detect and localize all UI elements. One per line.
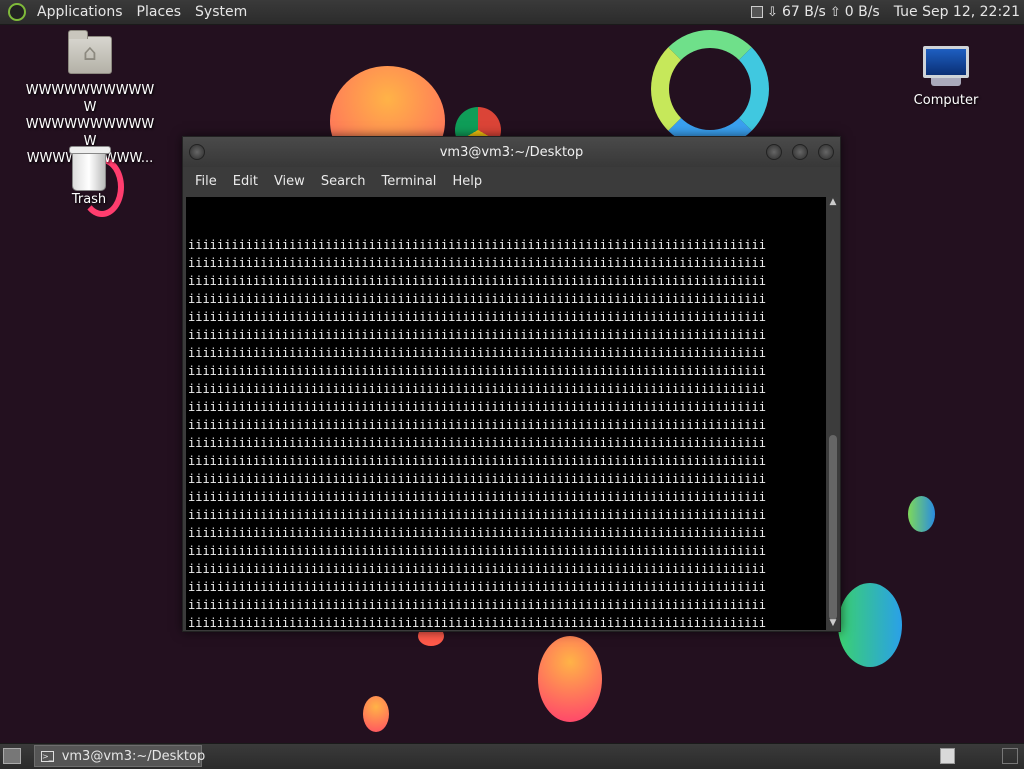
decorative-small-blob: [908, 496, 935, 532]
show-desktop-icon[interactable]: [3, 748, 21, 764]
desktop-computer[interactable]: Computer: [908, 46, 984, 109]
main-menu: Applications Places System: [30, 0, 254, 25]
decorative-tiny-blob: [363, 696, 389, 732]
terminal-line: iiiiiiiiiiiiiiiiiiiiiiiiiiiiiiiiiiiiiiii…: [188, 436, 766, 450]
scroll-down-arrow-icon[interactable]: ▼: [827, 618, 839, 630]
terminal-line: iiiiiiiiiiiiiiiiiiiiiiiiiiiiiiiiiiiiiiii…: [188, 256, 766, 270]
scroll-up-arrow-icon[interactable]: ▲: [827, 197, 839, 209]
menu-file[interactable]: File: [187, 174, 225, 189]
terminal-line: iiiiiiiiiiiiiiiiiiiiiiiiiiiiiiiiiiiiiiii…: [188, 238, 766, 252]
top-panel: Applications Places System ⇩ 67 B/s ⇧ 0 …: [0, 0, 1024, 25]
taskbar-window-label: vm3@vm3:~/Desktop: [61, 748, 206, 764]
terminal-line: iiiiiiiiiiiiiiiiiiiiiiiiiiiiiiiiiiiiiiii…: [188, 364, 766, 378]
terminal-window[interactable]: vm3@vm3:~/Desktop File Edit View Search …: [182, 136, 841, 632]
terminal-line: iiiiiiiiiiiiiiiiiiiiiiiiiiiiiiiiiiiiiiii…: [188, 346, 766, 360]
computer-label: Computer: [913, 93, 979, 108]
home-folder-icon: [68, 30, 112, 74]
distro-logo-icon[interactable]: [8, 3, 26, 21]
minimize-button[interactable]: [766, 144, 782, 160]
keyboard-indicator-icon[interactable]: [751, 6, 764, 18]
desktop-trash[interactable]: Trash: [56, 145, 122, 208]
trash-label: Trash: [71, 192, 107, 207]
taskbar-window-button[interactable]: >_ vm3@vm3:~/Desktop: [34, 745, 205, 767]
workspace-switcher[interactable]: [940, 748, 955, 764]
maximize-button[interactable]: [792, 144, 808, 160]
menu-search[interactable]: Search: [313, 174, 374, 189]
terminal-line: iiiiiiiiiiiiiiiiiiiiiiiiiiiiiiiiiiiiiiii…: [188, 544, 766, 558]
terminal-output[interactable]: iiiiiiiiiiiiiiiiiiiiiiiiiiiiiiiiiiiiiiii…: [186, 197, 826, 630]
menu-view[interactable]: View: [266, 174, 313, 189]
terminal-icon: >_: [41, 750, 54, 762]
upload-arrow-icon: ⇧: [829, 4, 841, 20]
terminal-line: iiiiiiiiiiiiiiiiiiiiiiiiiiiiiiiiiiiiiiii…: [188, 292, 766, 306]
window-title: vm3@vm3:~/Desktop: [439, 145, 584, 160]
computer-stand: [931, 78, 961, 86]
terminal-line: iiiiiiiiiiiiiiiiiiiiiiiiiiiiiiiiiiiiiiii…: [188, 418, 766, 432]
download-arrow-icon: ⇩: [767, 4, 778, 20]
menu-edit[interactable]: Edit: [225, 174, 266, 189]
terminal-line: iiiiiiiiiiiiiiiiiiiiiiiiiiiiiiiiiiiiiiii…: [188, 328, 766, 342]
terminal-scrollbar[interactable]: ▲ ▼: [827, 197, 839, 630]
scrollbar-thumb[interactable]: [829, 435, 837, 620]
applications-menu[interactable]: Applications: [30, 4, 130, 20]
terminal-line: iiiiiiiiiiiiiiiiiiiiiiiiiiiiiiiiiiiiiiii…: [188, 616, 766, 630]
decorative-ring: [651, 30, 769, 148]
trash-icon: [69, 146, 111, 191]
net-down-speed: 67 B/s: [781, 4, 826, 20]
close-button[interactable]: [818, 144, 834, 160]
terminal-lines: iiiiiiiiiiiiiiiiiiiiiiiiiiiiiiiiiiiiiiii…: [188, 236, 826, 630]
computer-icon: [923, 46, 969, 78]
terminal-line: iiiiiiiiiiiiiiiiiiiiiiiiiiiiiiiiiiiiiiii…: [188, 490, 766, 504]
decorative-green-blob: [838, 583, 902, 667]
terminal-menubar: File Edit View Search Terminal Help: [183, 167, 840, 196]
terminal-line: iiiiiiiiiiiiiiiiiiiiiiiiiiiiiiiiiiiiiiii…: [188, 310, 766, 324]
terminal-line: iiiiiiiiiiiiiiiiiiiiiiiiiiiiiiiiiiiiiiii…: [188, 454, 766, 468]
terminal-line: iiiiiiiiiiiiiiiiiiiiiiiiiiiiiiiiiiiiiiii…: [188, 382, 766, 396]
terminal-line: iiiiiiiiiiiiiiiiiiiiiiiiiiiiiiiiiiiiiiii…: [188, 580, 766, 594]
terminal-line: iiiiiiiiiiiiiiiiiiiiiiiiiiiiiiiiiiiiiiii…: [188, 526, 766, 540]
system-menu[interactable]: System: [188, 4, 254, 20]
trash-applet-icon[interactable]: [1002, 748, 1018, 764]
panel-indicators: ⇩ 67 B/s ⇧ 0 B/s Tue Sep 12, 22:21: [751, 0, 1024, 25]
terminal-line: iiiiiiiiiiiiiiiiiiiiiiiiiiiiiiiiiiiiiiii…: [188, 400, 766, 414]
terminal-line: iiiiiiiiiiiiiiiiiiiiiiiiiiiiiiiiiiiiiiii…: [188, 562, 766, 576]
bottom-panel: >_ vm3@vm3:~/Desktop: [0, 743, 1024, 769]
menu-help[interactable]: Help: [444, 174, 490, 189]
terminal-line: iiiiiiiiiiiiiiiiiiiiiiiiiiiiiiiiiiiiiiii…: [188, 472, 766, 486]
window-titlebar[interactable]: vm3@vm3:~/Desktop: [183, 137, 840, 167]
net-up-speed: 0 B/s: [844, 4, 880, 20]
clock[interactable]: Tue Sep 12, 22:21: [894, 4, 1020, 20]
terminal-line: iiiiiiiiiiiiiiiiiiiiiiiiiiiiiiiiiiiiiiii…: [188, 274, 766, 288]
decorative-pink-blob: [538, 636, 602, 722]
places-menu[interactable]: Places: [130, 4, 189, 20]
terminal-line: iiiiiiiiiiiiiiiiiiiiiiiiiiiiiiiiiiiiiiii…: [188, 508, 766, 522]
menu-terminal[interactable]: Terminal: [373, 174, 444, 189]
terminal-line: iiiiiiiiiiiiiiiiiiiiiiiiiiiiiiiiiiiiiiii…: [188, 598, 766, 612]
